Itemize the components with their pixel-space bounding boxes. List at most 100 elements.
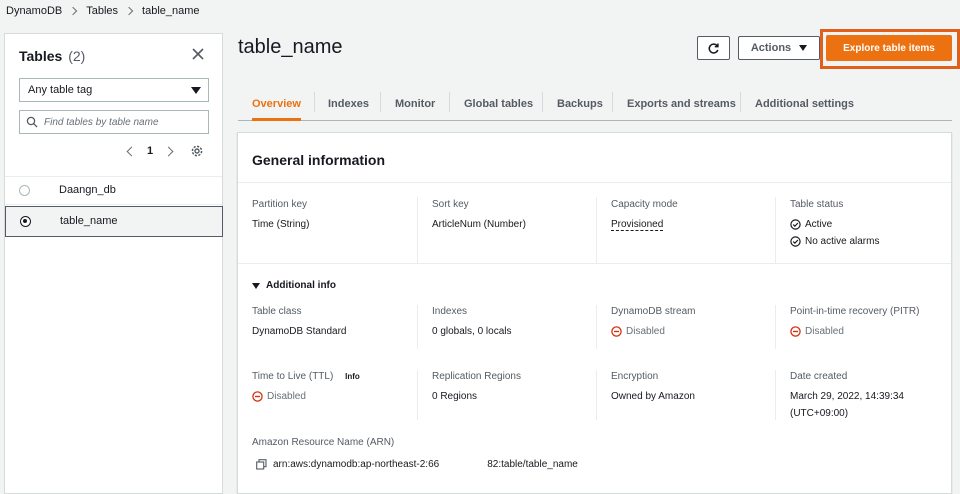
- capacity-mode-field: Capacity mode Provisioned: [611, 199, 678, 231]
- previous-page-icon[interactable]: [126, 146, 137, 156]
- tab-separator: [449, 92, 450, 112]
- disabled-icon: [790, 326, 801, 337]
- actions-label: Actions: [750, 42, 792, 54]
- arn-field: Amazon Resource Name (ARN): [252, 437, 394, 448]
- caret-down-icon: [191, 87, 201, 94]
- next-page-icon[interactable]: [163, 146, 174, 156]
- tab-exports-and-streams[interactable]: Exports and streams: [627, 88, 736, 120]
- table-name: Daangn_db: [59, 184, 116, 196]
- column-divider: [596, 370, 597, 420]
- check-circle-icon: [790, 236, 801, 247]
- tab-separator: [380, 92, 381, 112]
- pitr-field: Point-in-time recovery (PITR) Disabled: [790, 306, 919, 337]
- column-divider: [596, 305, 597, 349]
- refresh-icon: [707, 42, 720, 55]
- table-tag-value: Any table tag: [28, 84, 93, 96]
- date-created-timezone: (UTC+09:00): [790, 408, 849, 419]
- chevron-right-icon: [124, 6, 134, 16]
- column-divider: [417, 197, 418, 263]
- table-class-label: Table class: [252, 306, 302, 317]
- table-radio[interactable]: [19, 185, 30, 196]
- date-created-label: Date created: [790, 371, 848, 382]
- breadcrumb-tables[interactable]: Tables: [86, 5, 118, 17]
- sort-key-field: Sort key ArticleNum (Number): [432, 199, 526, 230]
- breadcrumb-current: table_name: [142, 5, 200, 17]
- column-divider: [417, 305, 418, 349]
- additional-info-toggle[interactable]: Additional info: [252, 280, 336, 291]
- tab-separator: [612, 92, 613, 112]
- pagination: 1: [123, 144, 204, 158]
- copy-icon[interactable]: [256, 459, 267, 470]
- section-divider: [238, 263, 951, 264]
- page-title: table_name: [238, 36, 343, 58]
- tab-global-tables[interactable]: Global tables: [464, 88, 533, 120]
- encryption-field: Encryption Owned by Amazon: [611, 371, 695, 402]
- table-status-value: Active: [805, 219, 833, 230]
- disabled-icon: [252, 391, 263, 402]
- table-tag-select[interactable]: Any table tag: [19, 78, 209, 102]
- chevron-right-icon: [69, 6, 78, 16]
- partition-key-value: Time (String): [252, 219, 310, 230]
- dynamodb-stream-label: DynamoDB stream: [611, 306, 696, 317]
- pitr-status: Disabled: [790, 326, 919, 337]
- partition-key-label: Partition key: [252, 199, 308, 210]
- table-status-field: Table status Active No active alarms: [790, 199, 879, 247]
- replication-regions-field: Replication Regions 0 Regions: [432, 371, 521, 402]
- arn-value-end: 82:table/table_name: [487, 459, 578, 470]
- tables-title: Tables: [19, 48, 63, 64]
- tab-additional-settings[interactable]: Additional settings: [755, 88, 854, 120]
- dynamodb-stream-field: DynamoDB stream Disabled: [611, 306, 695, 337]
- ttl-value: Disabled: [267, 391, 306, 402]
- table-search-input[interactable]: [44, 116, 204, 128]
- replication-regions-value: 0 Regions: [432, 391, 478, 402]
- encryption-value: Owned by Amazon: [611, 391, 695, 402]
- explore-table-items-button[interactable]: Explore table items: [826, 35, 952, 61]
- refresh-button[interactable]: [697, 36, 730, 60]
- table-radio-checked[interactable]: [20, 216, 31, 227]
- caret-down-icon: [252, 282, 260, 289]
- column-divider: [775, 305, 776, 349]
- ttl-info-link[interactable]: Info: [345, 372, 360, 381]
- date-created-value: March 29, 2022, 14:39:34: [790, 391, 904, 402]
- column-divider: [596, 197, 597, 263]
- table-class-value: DynamoDB Standard: [252, 326, 347, 337]
- encryption-label: Encryption: [611, 371, 659, 382]
- replication-regions-label: Replication Regions: [432, 371, 521, 382]
- table-search[interactable]: [19, 110, 209, 134]
- gear-icon[interactable]: [190, 144, 204, 158]
- table-name: table_name: [60, 215, 118, 227]
- tab-backups[interactable]: Backups: [557, 88, 603, 120]
- panel-header: General information: [238, 133, 951, 183]
- general-information-title: General information: [252, 152, 386, 168]
- explore-label: Explore table items: [843, 42, 935, 54]
- sort-key-value: ArticleNum (Number): [432, 219, 526, 230]
- table-status-label: Table status: [790, 199, 844, 210]
- table-list-item[interactable]: Daangn_db: [5, 176, 222, 205]
- alarms-value: No active alarms: [805, 236, 880, 247]
- table-class-field: Table class DynamoDB Standard: [252, 306, 347, 337]
- date-created-field: Date created March 29, 2022, 14:39:34 (U…: [790, 371, 904, 419]
- table-list-item-selected[interactable]: table_name: [5, 206, 223, 237]
- tab-overview[interactable]: Overview: [252, 88, 301, 121]
- alarms-status: No active alarms: [790, 236, 879, 247]
- arn-value-start: arn:aws:dynamodb:ap-northeast-2:66: [273, 459, 440, 470]
- general-information-panel: General information Partition key Time (…: [237, 132, 952, 494]
- caret-down-icon: [799, 45, 808, 51]
- close-icon[interactable]: [191, 47, 205, 61]
- breadcrumb-dynamodb[interactable]: DynamoDB: [6, 5, 62, 17]
- sort-key-label: Sort key: [432, 199, 469, 210]
- arn-label: Amazon Resource Name (ARN): [252, 437, 395, 448]
- indexes-value: 0 globals, 0 locals: [432, 326, 512, 337]
- current-page[interactable]: 1: [147, 145, 153, 157]
- capacity-mode-value[interactable]: Provisioned: [611, 219, 664, 231]
- tables-panel-title: Tables (2): [19, 48, 85, 64]
- pitr-value: Disabled: [805, 326, 844, 337]
- tab-indexes[interactable]: Indexes: [328, 88, 369, 120]
- dynamodb-stream-value: Disabled: [626, 326, 665, 337]
- actions-button[interactable]: Actions: [738, 36, 820, 60]
- disabled-icon: [611, 326, 622, 337]
- tab-separator: [542, 92, 543, 112]
- tab-monitor[interactable]: Monitor: [395, 88, 435, 120]
- arn-row: arn:aws:dynamodb:ap-northeast-2:66 82:ta…: [256, 459, 578, 470]
- pitr-label: Point-in-time recovery (PITR): [790, 306, 920, 317]
